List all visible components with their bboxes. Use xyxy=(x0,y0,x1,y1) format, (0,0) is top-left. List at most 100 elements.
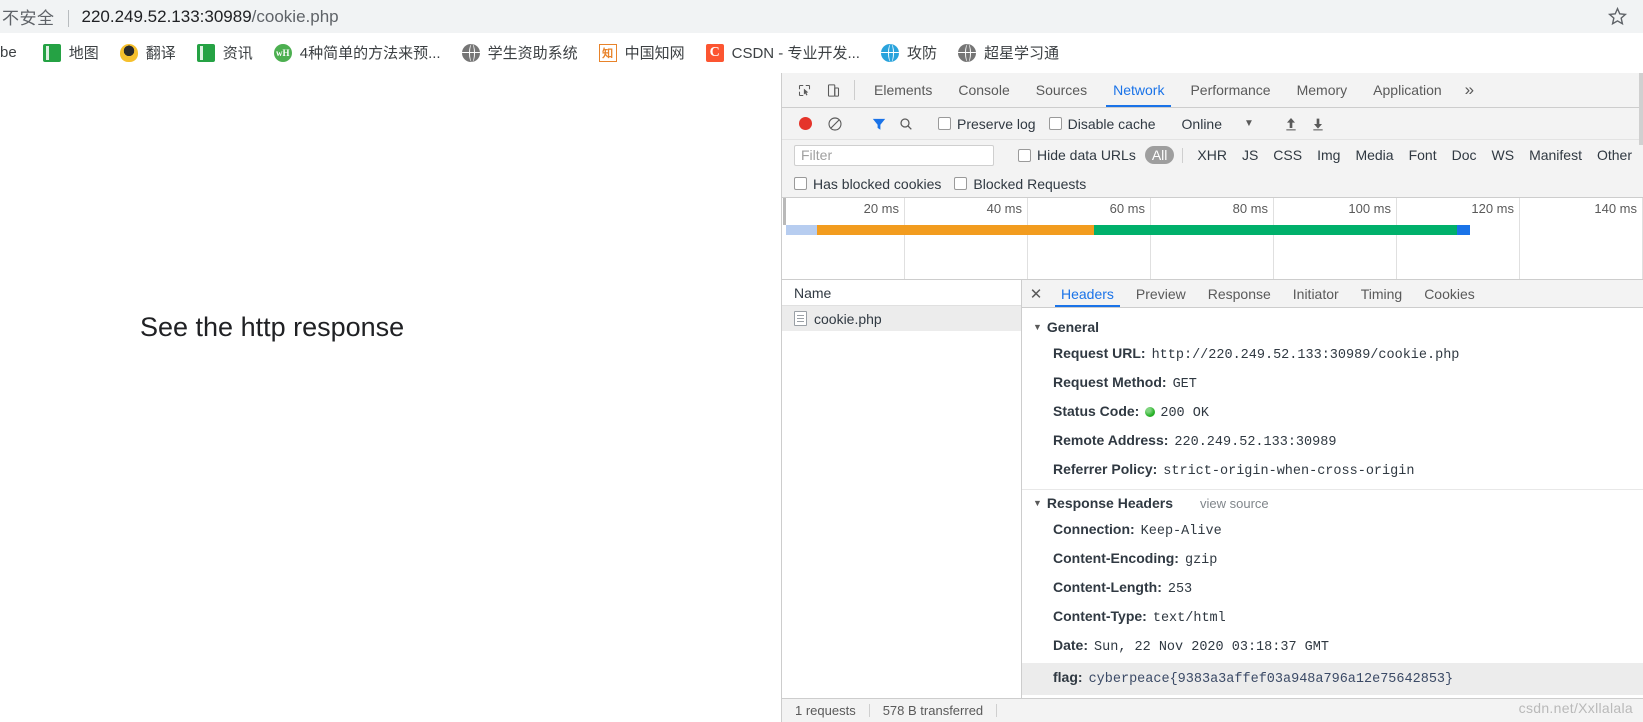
header-key: Date: xyxy=(1053,637,1089,653)
filter-type-ws[interactable]: WS xyxy=(1485,146,1522,164)
preserve-log-checkbox[interactable]: Preserve log xyxy=(938,116,1036,132)
timeline-tick: 20 ms xyxy=(782,198,905,225)
bookmark-item-chaoxing[interactable]: 超星学习通 xyxy=(951,39,1066,66)
hide-data-urls-label: Hide data URLs xyxy=(1037,147,1136,163)
tab-label: Sources xyxy=(1035,82,1088,98)
header-key: Remote Address: xyxy=(1053,432,1169,448)
globe-gray-icon xyxy=(957,43,976,62)
import-har-icon[interactable] xyxy=(1279,112,1303,136)
tab-label: Response xyxy=(1207,285,1271,302)
devtools-panel: Elements Console Sources Network Perform… xyxy=(781,73,1643,722)
request-list-header[interactable]: Name xyxy=(782,280,1021,306)
tab-label: Network xyxy=(1113,82,1165,98)
bookmark-label: 地图 xyxy=(68,45,99,62)
header-key: Connection: xyxy=(1053,521,1135,537)
wikihow-icon: wH xyxy=(273,43,292,62)
bookmark-item-maps[interactable]: 地图 xyxy=(36,39,106,66)
bookmark-item-student-aid[interactable]: 学生资助系统 xyxy=(455,39,585,66)
bookmark-item-csdn[interactable]: C CSDN - 专业开发... xyxy=(699,39,867,66)
export-har-icon[interactable] xyxy=(1306,112,1330,136)
inspect-element-icon[interactable] xyxy=(790,73,819,107)
triangle-down-icon: ▼ xyxy=(1033,498,1042,508)
device-toolbar-icon[interactable] xyxy=(819,73,848,107)
hide-data-urls-checkbox[interactable]: Hide data URLs xyxy=(1018,147,1136,163)
blocked-requests-checkbox[interactable]: Blocked Requests xyxy=(954,176,1086,192)
tab-network[interactable]: Network xyxy=(1100,73,1177,107)
more-tabs-icon[interactable]: » xyxy=(1455,73,1484,107)
filter-type-other[interactable]: Other xyxy=(1590,146,1639,164)
header-value: strict-origin-when-cross-origin xyxy=(1163,464,1415,479)
browser-window: 不安全 220.249.52.133:30989/cookie.php be 地… xyxy=(0,0,1643,722)
filter-type-img[interactable]: Img xyxy=(1310,146,1347,164)
request-count: 1 requests xyxy=(795,703,856,718)
filter-input[interactable] xyxy=(794,144,994,166)
tab-initiator[interactable]: Initiator xyxy=(1282,280,1350,307)
network-overview-timeline[interactable]: 20 ms 40 ms 60 ms 80 ms 100 ms 120 ms 14… xyxy=(782,198,1643,280)
bookmark-item-gongfang[interactable]: 攻防 xyxy=(874,39,944,66)
header-row-date: Date: Sun, 22 Nov 2020 03:18:37 GMT xyxy=(1022,632,1643,661)
tab-memory[interactable]: Memory xyxy=(1284,73,1361,107)
address-bar-url[interactable]: 220.249.52.133:30989/cookie.php xyxy=(82,7,339,27)
tab-sources[interactable]: Sources xyxy=(1023,73,1100,107)
record-stop-icon[interactable] xyxy=(799,117,812,130)
bookmark-label: 翻译 xyxy=(145,45,176,62)
toolbar-divider xyxy=(854,80,855,100)
bookmark-label: 中国知网 xyxy=(624,45,685,62)
devtools-scrollbar[interactable] xyxy=(1639,73,1643,145)
tab-performance[interactable]: Performance xyxy=(1177,73,1283,107)
network-throttling-value[interactable]: Online xyxy=(1182,116,1222,132)
tab-timing[interactable]: Timing xyxy=(1350,280,1414,307)
general-section-header[interactable]: ▼ General xyxy=(1022,314,1643,340)
timeline-tick: 140 ms xyxy=(1520,198,1643,225)
filter-type-manifest[interactable]: Manifest xyxy=(1522,146,1589,164)
chevron-down-icon[interactable]: ▼ xyxy=(1244,118,1254,129)
disable-cache-label: Disable cache xyxy=(1067,115,1156,132)
has-blocked-cookies-checkbox[interactable]: Has blocked cookies xyxy=(794,176,941,192)
blocked-requests-label: Blocked Requests xyxy=(973,175,1087,192)
tab-headers[interactable]: Headers xyxy=(1050,280,1125,307)
filter-type-js[interactable]: JS xyxy=(1235,146,1265,164)
section-label: General xyxy=(1046,319,1100,335)
url-path: /cookie.php xyxy=(251,6,339,26)
search-icon[interactable] xyxy=(894,112,918,136)
filter-type-css[interactable]: CSS xyxy=(1266,146,1309,164)
filter-type-font[interactable]: Font xyxy=(1402,146,1444,164)
table-row[interactable]: cookie.php xyxy=(782,306,1021,331)
filter-type-all[interactable]: All xyxy=(1144,146,1175,164)
view-source-link[interactable]: view source xyxy=(1200,496,1269,511)
header-row-request-method: Request Method: GET xyxy=(1022,369,1643,398)
disable-cache-checkbox[interactable]: Disable cache xyxy=(1048,115,1156,132)
response-headers-section-header[interactable]: ▼ Response Headers view source xyxy=(1022,490,1643,516)
header-key: Content-Length: xyxy=(1053,579,1162,595)
request-timing-bar xyxy=(786,225,1470,235)
filter-funnel-icon[interactable] xyxy=(867,112,891,136)
bookmark-item-partial[interactable]: be xyxy=(0,41,24,64)
filter-type-xhr[interactable]: XHR xyxy=(1190,146,1234,164)
header-value: text/html xyxy=(1152,611,1226,626)
bookmark-star-icon[interactable] xyxy=(1607,6,1628,27)
filter-type-doc[interactable]: Doc xyxy=(1445,146,1484,164)
tab-application[interactable]: Application xyxy=(1360,73,1455,107)
omnibox-divider xyxy=(67,10,69,27)
tab-response[interactable]: Response xyxy=(1197,280,1282,307)
header-row-connection: Connection: Keep-Alive xyxy=(1022,516,1643,545)
cnki-zhi-icon: 知 xyxy=(598,43,617,62)
headers-content: ▼ General Request URL: http://220.249.52… xyxy=(1022,308,1643,698)
tab-cookies[interactable]: Cookies xyxy=(1413,280,1486,307)
omnibox[interactable]: 不安全 220.249.52.133:30989/cookie.php xyxy=(0,0,1643,33)
bookmark-item-news[interactable]: 资讯 xyxy=(190,39,260,66)
clear-network-icon[interactable] xyxy=(823,112,847,136)
header-value: GET xyxy=(1172,377,1197,392)
bookmark-item-translate[interactable]: 翻译 xyxy=(113,39,183,66)
globe-blue-icon xyxy=(880,43,899,62)
filter-type-media[interactable]: Media xyxy=(1348,146,1400,164)
tab-console[interactable]: Console xyxy=(945,73,1022,107)
header-row-content-encoding: Content-Encoding: gzip xyxy=(1022,545,1643,574)
tab-label: Headers xyxy=(1061,285,1114,302)
security-indicator[interactable]: 不安全 xyxy=(0,4,55,29)
close-icon[interactable]: ✕ xyxy=(1022,280,1050,307)
tab-elements[interactable]: Elements xyxy=(861,73,945,107)
tab-preview[interactable]: Preview xyxy=(1125,280,1197,307)
bookmark-item-wikihow[interactable]: wH 4种简单的方法来预... xyxy=(267,39,448,66)
bookmark-item-cnki[interactable]: 知 中国知网 xyxy=(592,39,692,66)
